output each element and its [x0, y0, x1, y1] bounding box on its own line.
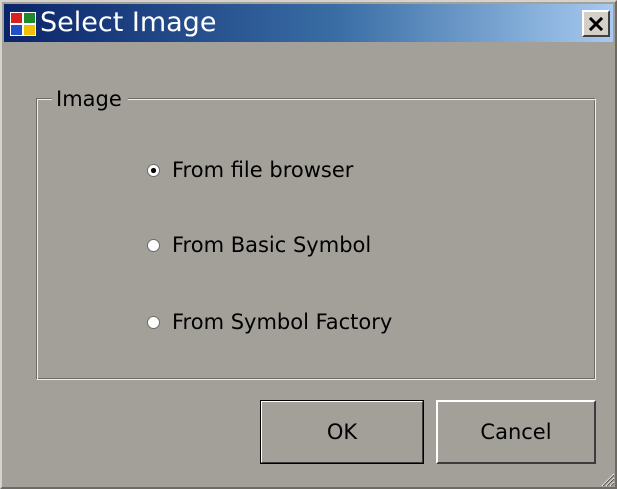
resize-grip-icon[interactable] [599, 471, 615, 487]
close-icon [589, 16, 603, 31]
radio-from-symbol-factory[interactable]: From Symbol Factory [147, 309, 392, 335]
radio-label-symbol-factory: From Symbol Factory [172, 310, 393, 334]
application-icon [10, 12, 36, 36]
radio-label-file-browser: From file browser [172, 158, 354, 182]
radio-from-basic-symbol[interactable]: From Basic Symbol [147, 232, 371, 258]
dialog-title: Select Image [40, 7, 217, 38]
select-image-dialog: Select Image Image From file browser Fro… [0, 0, 617, 489]
radio-from-file-browser[interactable]: From file browser [147, 157, 353, 183]
image-group-label: Image [52, 86, 128, 112]
radio-selected-icon[interactable] [147, 163, 160, 177]
radio-unselected-icon[interactable] [147, 315, 160, 329]
ok-button[interactable]: OK [260, 400, 424, 464]
radio-label-basic-symbol: From Basic Symbol [172, 233, 372, 257]
cancel-button[interactable]: Cancel [436, 400, 596, 464]
title-bar[interactable]: Select Image [4, 4, 613, 42]
radio-unselected-icon[interactable] [147, 238, 160, 252]
close-button[interactable] [582, 10, 610, 37]
